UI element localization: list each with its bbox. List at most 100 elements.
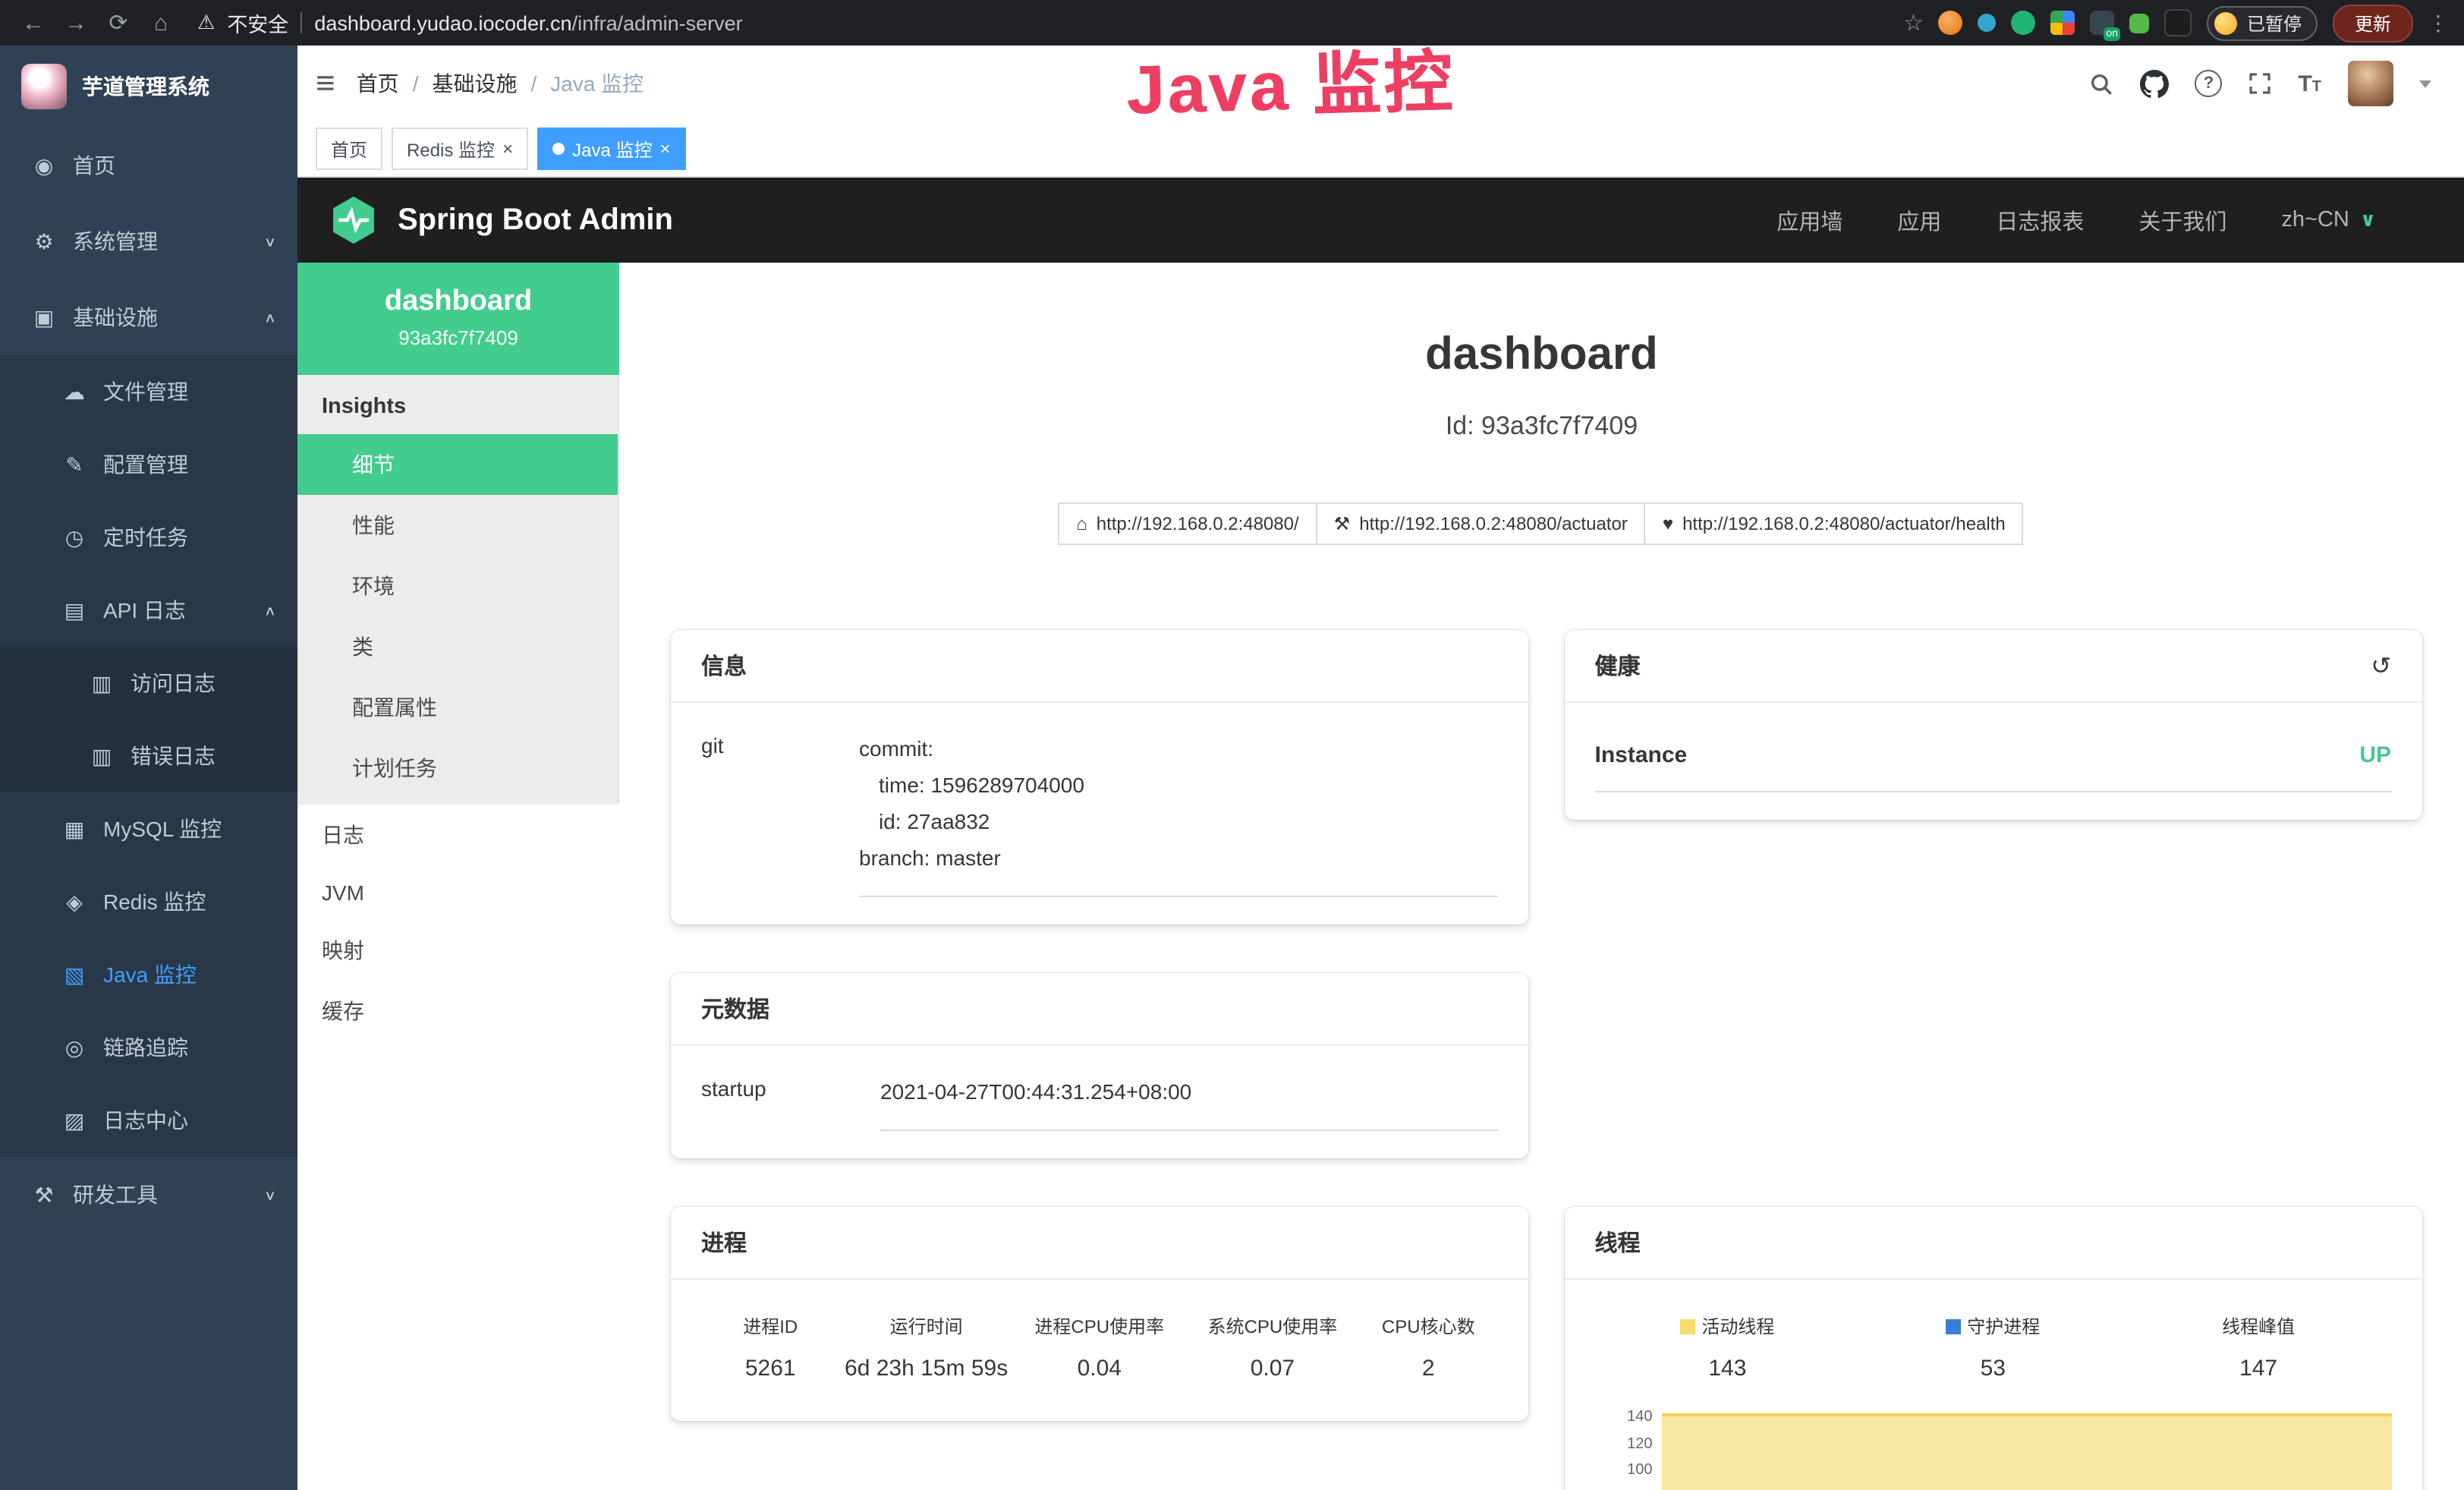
legend-value: 147 xyxy=(2126,1356,2391,1381)
health-card-title: 健康 xyxy=(1595,650,1641,682)
user-avatar[interactable] xyxy=(2347,61,2393,106)
address-bar[interactable]: ⚠ 不安全 dashboard.yudao.iocoder.cn/infra/a… xyxy=(197,8,743,38)
sidebar-item-error-logs[interactable]: ▥ 错误日志 xyxy=(0,720,297,792)
paused-label: 已暂停 xyxy=(2247,10,2302,36)
sidebar-item-label: Java 监控 xyxy=(103,959,197,990)
sba-logo-icon xyxy=(328,194,379,246)
sidebar-item-dev-tools[interactable]: ⚒ 研发工具 ∨ xyxy=(0,1157,297,1233)
document-icon: ▥ xyxy=(88,670,115,696)
search-icon[interactable] xyxy=(2088,71,2114,96)
sidebar-menu: ◉ 首页 ⚙ 系统管理 ∨ ▣ 基础设施 ∧ ☁ 文件管理 xyxy=(0,128,297,1233)
extension-puzzle-icon[interactable] xyxy=(2165,9,2192,36)
main-column: ≡ 首页 / 基础设施 / Java 监控 ? TT xyxy=(297,46,2464,1490)
sidebar-item-tracing[interactable]: ◎ 链路追踪 xyxy=(0,1011,297,1084)
sidebar-item-home[interactable]: ◉ 首页 xyxy=(0,128,297,203)
chrome-update-button[interactable]: 更新 xyxy=(2333,4,2412,42)
git-value: commit: time: 1596289704000 id: 27aa832 … xyxy=(859,730,1498,897)
service-url-link[interactable]: ⌂ http://192.168.0.2:48080/ xyxy=(1058,502,1317,545)
url-host[interactable]: dashboard.yudao.iocoder.cn xyxy=(314,11,571,34)
sidebar-item-java-monitor[interactable]: ▧ Java 监控 xyxy=(0,938,297,1011)
sba-menu-config-props[interactable]: 配置属性 xyxy=(297,677,618,738)
spring-boot-admin-frame: Spring Boot Admin 应用墙 应用 日志报表 关于我们 zh~CN… xyxy=(297,178,2464,1490)
sidebar-item-api-logs[interactable]: ▤ API 日志 ∧ xyxy=(0,574,297,647)
paused-badge[interactable]: 已暂停 xyxy=(2208,5,2318,40)
health-instance-label: Instance xyxy=(1595,742,1688,768)
sidebar-item-log-center[interactable]: ▨ 日志中心 xyxy=(0,1084,297,1157)
sidebar-item-scheduled-tasks[interactable]: ◷ 定时任务 xyxy=(0,501,297,574)
extension-drop-icon[interactable] xyxy=(1978,14,1997,32)
threads-card: 线程 活动线程 143 守护进程 xyxy=(1565,1207,2422,1490)
sba-menu-classes[interactable]: 类 xyxy=(297,616,618,677)
sba-menu-jvm[interactable]: JVM xyxy=(297,865,619,920)
sba-instance-header[interactable]: dashboard 93a3fc7f7409 xyxy=(297,263,619,375)
chevron-up-icon: ∧ xyxy=(264,603,276,619)
sba-menu-environment[interactable]: 环境 xyxy=(297,556,618,616)
metadata-card-title: 元数据 xyxy=(671,973,1528,1046)
java-monitor-icon: ▧ xyxy=(61,962,88,988)
sidebar-item-infrastructure[interactable]: ▣ 基础设施 ∧ xyxy=(0,279,297,355)
hamburger-icon[interactable]: ≡ xyxy=(316,64,335,103)
admin-app: 芋道管理系统 ◉ 首页 ⚙ 系统管理 ∨ ▣ 基础设施 ∧ xyxy=(0,46,2464,1490)
github-icon[interactable] xyxy=(2140,69,2169,98)
tab-redis-monitor[interactable]: Redis 监控 × xyxy=(392,128,528,170)
browser-home-icon[interactable]: ⌂ xyxy=(143,10,179,36)
health-url-link[interactable]: ♥ http://192.168.0.2:48080/actuator/heal… xyxy=(1644,502,2024,545)
breadcrumb-infrastructure[interactable]: 基础设施 xyxy=(432,68,517,99)
link-label: http://192.168.0.2:48080/ xyxy=(1097,513,1299,534)
breadcrumb-home[interactable]: 首页 xyxy=(357,68,399,99)
sba-nav-about[interactable]: 关于我们 xyxy=(2138,204,2226,236)
sidebar-item-config-mgmt[interactable]: ✎ 配置管理 xyxy=(0,428,297,501)
sba-menu-caches[interactable]: 缓存 xyxy=(297,981,619,1041)
avatar-caret-icon[interactable] xyxy=(2418,80,2431,87)
sidebar-item-system-mgmt[interactable]: ⚙ 系统管理 ∨ xyxy=(0,203,297,279)
actuator-url-link[interactable]: ⚒ http://192.168.0.2:48080/actuator xyxy=(1316,502,1646,545)
extension-grid-icon[interactable] xyxy=(2051,11,2075,35)
extension-leaf-icon[interactable] xyxy=(2130,13,2150,33)
sba-nav-wallboard[interactable]: 应用墙 xyxy=(1776,204,1842,236)
fullscreen-icon[interactable] xyxy=(2248,71,2272,96)
edit-icon: ✎ xyxy=(61,452,88,477)
tab-close-icon[interactable]: × xyxy=(659,138,670,159)
screen: ← → ⟳ ⌂ ⚠ 不安全 dashboard.yudao.iocoder.cn… xyxy=(0,0,2464,1490)
tab-close-icon[interactable]: × xyxy=(502,138,513,159)
sba-menu-mappings[interactable]: 映射 xyxy=(297,920,619,981)
browser-back-icon[interactable]: ← xyxy=(15,10,52,36)
sba-menu-details[interactable]: 细节 xyxy=(297,434,618,495)
browser-reload-icon[interactable]: ⟳ xyxy=(100,9,137,36)
sba-nav-journal[interactable]: 日志报表 xyxy=(1996,204,2084,236)
bookmark-star-icon[interactable]: ☆ xyxy=(1903,9,1924,36)
legend-value: 143 xyxy=(1595,1356,1861,1381)
sba-menu-metrics[interactable]: 性能 xyxy=(297,495,618,556)
tab-home[interactable]: 首页 xyxy=(316,128,382,170)
sba-menu-logs[interactable]: 日志 xyxy=(297,805,619,865)
font-size-icon[interactable]: TT xyxy=(2298,71,2321,96)
help-icon[interactable]: ? xyxy=(2195,70,2222,97)
sidebar-item-access-logs[interactable]: ▥ 访问日志 xyxy=(0,647,297,720)
health-card: 健康 ↺ Instance UP xyxy=(1565,630,2422,820)
extension-fox-icon[interactable] xyxy=(1939,11,1963,35)
sba-menu-scheduled-tasks[interactable]: 计划任务 xyxy=(297,738,618,799)
sidebar-item-file-mgmt[interactable]: ☁ 文件管理 xyxy=(0,355,297,428)
legend-peak-threads: 线程峰值 147 xyxy=(2126,1313,2391,1381)
history-icon[interactable]: ↺ xyxy=(2371,650,2391,681)
tab-java-monitor[interactable]: Java 监控 × xyxy=(537,128,685,170)
cards-grid: 信息 git commit: time: 1596289704000 id: 2… xyxy=(619,630,2464,1490)
browser-forward-icon[interactable]: → xyxy=(58,10,94,36)
sba-brand-title[interactable]: Spring Boot Admin xyxy=(398,203,673,238)
sba-nav-applications[interactable]: 应用 xyxy=(1897,204,1941,236)
sidebar-item-redis-monitor[interactable]: ◈ Redis 监控 xyxy=(0,865,297,938)
browser-menu-icon[interactable]: ⋮ xyxy=(2428,10,2449,36)
process-col-value: 0.07 xyxy=(1186,1356,1359,1381)
sidebar-item-mysql-monitor[interactable]: ▦ MySQL 监控 xyxy=(0,792,297,865)
extension-green-circle-icon[interactable] xyxy=(2012,11,2036,35)
sba-locale-select[interactable]: zh~CN ∨ xyxy=(2281,208,2376,232)
security-label[interactable]: 不安全 xyxy=(227,8,288,38)
git-branch-line: branch: master xyxy=(859,840,1498,876)
extension-dark-on-icon[interactable]: on xyxy=(2091,11,2115,35)
app-logo-row[interactable]: 芋道管理系统 xyxy=(0,46,297,128)
annotation-java-monitor: Java 监控 xyxy=(1125,26,1456,133)
link-label: http://192.168.0.2:48080/actuator/health xyxy=(1682,513,2006,534)
sba-instance-name: dashboard xyxy=(310,285,607,319)
sidebar-item-label: API 日志 xyxy=(103,595,186,625)
url-path[interactable]: /infra/admin-server xyxy=(572,11,743,34)
